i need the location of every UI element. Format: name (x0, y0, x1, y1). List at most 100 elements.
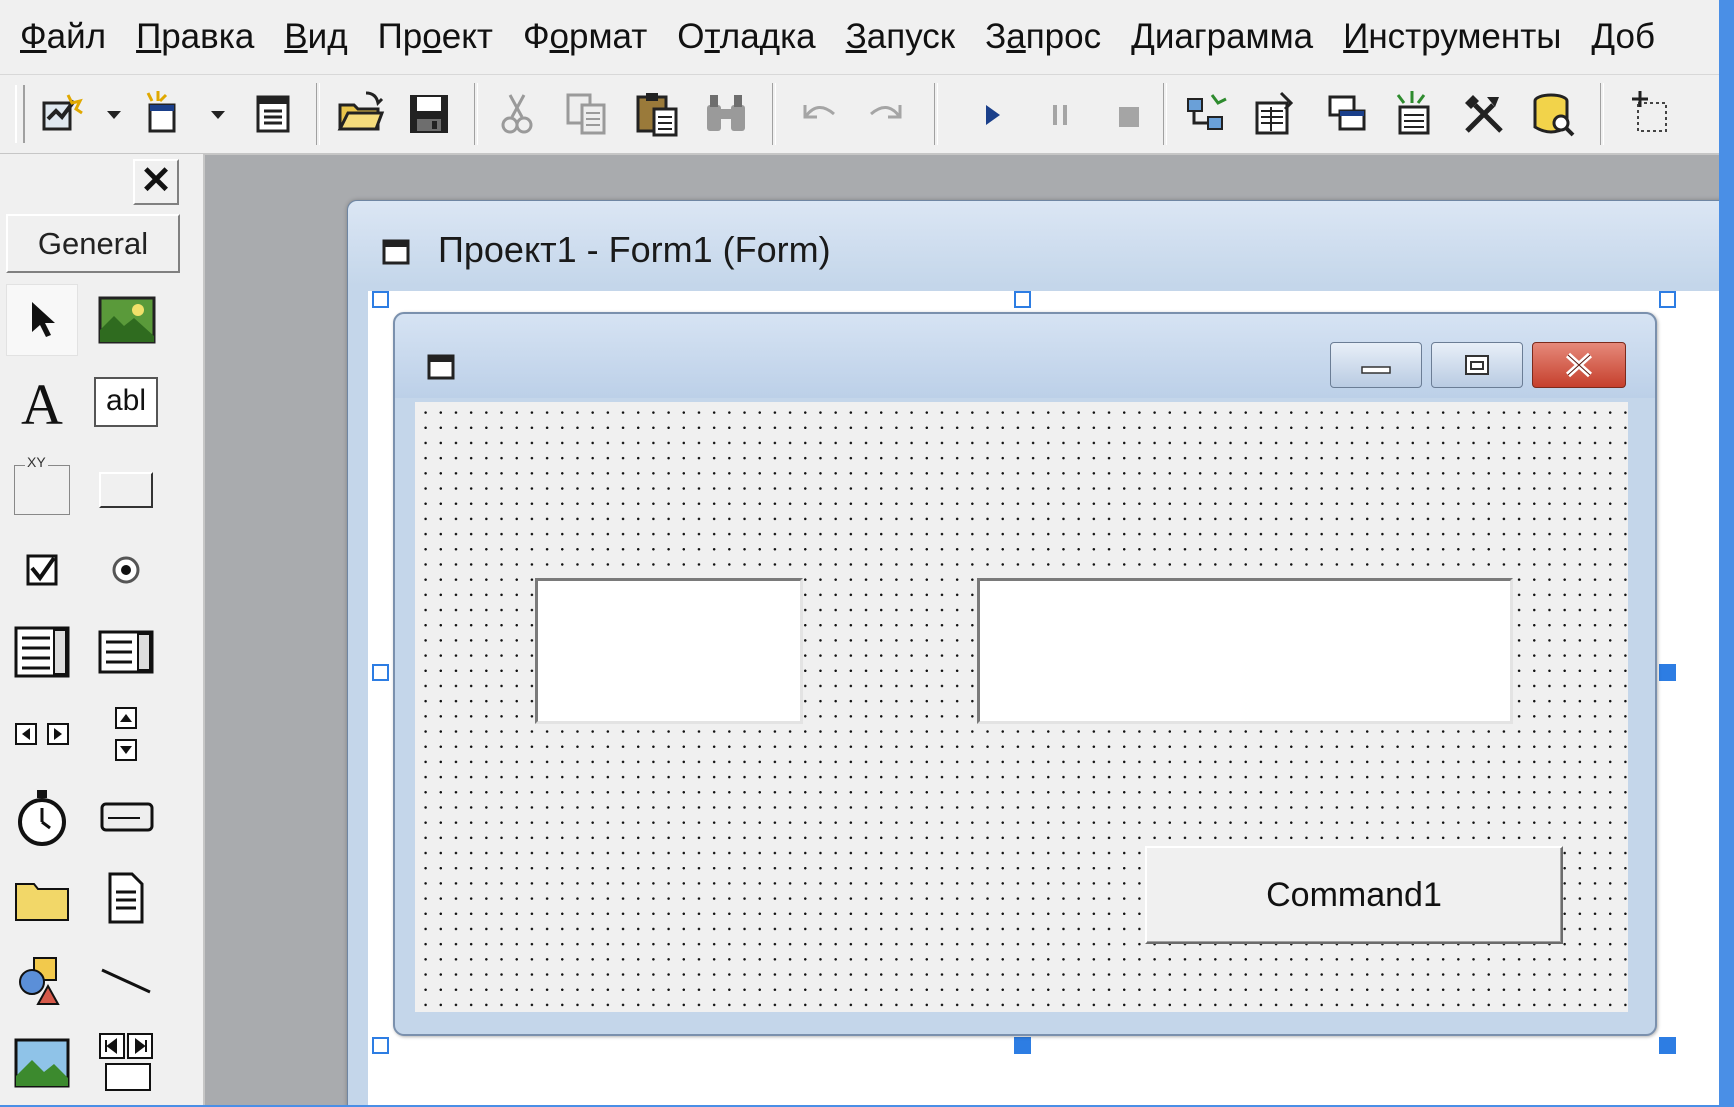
save-project-button[interactable] (400, 85, 458, 143)
optionbutton-tool[interactable] (90, 534, 162, 606)
close-button[interactable] (1532, 342, 1626, 388)
form1-window[interactable]: Command1 (393, 312, 1657, 1036)
open-folder-icon (337, 91, 385, 131)
menu-run[interactable]: Запуск (831, 0, 970, 74)
hscrollbar-icon (15, 723, 69, 745)
object-browser-button[interactable] (1386, 85, 1444, 143)
checkbox-tool[interactable] (6, 534, 78, 606)
form1-design-surface[interactable]: Command1 (415, 402, 1628, 1012)
combobox-tool[interactable] (6, 616, 78, 688)
paste-button[interactable] (628, 85, 686, 143)
filelistbox-tool[interactable] (90, 862, 162, 934)
menu-tools[interactable]: Инструменты (1328, 0, 1576, 74)
drivelistbox-tool[interactable] (90, 782, 162, 854)
commandbutton-tool[interactable] (90, 454, 162, 526)
add-form-dropdown[interactable] (211, 111, 225, 119)
vscrollbar-tool[interactable] (90, 698, 162, 770)
find-button[interactable] (697, 85, 755, 143)
copy-button[interactable] (558, 85, 616, 143)
line-tool[interactable] (90, 944, 162, 1016)
toolbar-separator (772, 83, 776, 145)
listbox-tool[interactable] (90, 616, 162, 688)
listbox-icon (98, 630, 154, 674)
add-project-dropdown[interactable] (107, 111, 121, 119)
resize-handle-top-left[interactable] (372, 291, 389, 308)
timer-tool[interactable] (6, 782, 78, 854)
data-view-button[interactable] (1525, 85, 1583, 143)
undo-icon (803, 105, 835, 119)
toolbox-tab-general[interactable]: General (6, 214, 180, 273)
add-project-icon (42, 94, 83, 131)
data-tool[interactable] (90, 1026, 162, 1098)
menu-editor-button[interactable] (244, 85, 302, 143)
minimize-button[interactable] (1330, 342, 1422, 388)
resize-handle-left[interactable] (372, 664, 389, 681)
open-project-button[interactable] (332, 85, 390, 143)
properties-window-button[interactable] (1247, 85, 1305, 143)
minimize-icon (1361, 366, 1391, 374)
data-control-icon (99, 1033, 153, 1091)
resize-handle-top-right[interactable] (1659, 291, 1676, 308)
resize-handle-right[interactable] (1659, 664, 1676, 681)
undo-button[interactable] (789, 85, 847, 143)
project-explorer-button[interactable] (1178, 85, 1236, 143)
add-project-button[interactable] (34, 85, 92, 143)
label-icon: A (21, 372, 63, 434)
toolbox-close-button[interactable]: ✕ (133, 159, 179, 205)
start-button[interactable] (962, 85, 1020, 143)
vscrollbar-icon (115, 707, 137, 761)
toolbox-button[interactable] (1455, 85, 1513, 143)
toolbar-separator (316, 83, 320, 145)
toolbar-separator (1600, 83, 1604, 145)
end-button[interactable] (1099, 85, 1157, 143)
hscrollbar-tool[interactable] (6, 698, 78, 770)
checkbox-icon (26, 554, 58, 586)
crop-icon (1632, 91, 1667, 132)
stopwatch-icon (18, 790, 66, 846)
save-icon (410, 95, 448, 133)
menu-diagram[interactable]: Диаграмма (1116, 0, 1328, 74)
toolbox-panel: ✕ General A abl XY (0, 154, 205, 1105)
maximize-button[interactable] (1431, 342, 1523, 388)
menu-debug[interactable]: Отладка (662, 0, 830, 74)
text1-textbox[interactable] (535, 578, 803, 724)
designer-titlebar[interactable]: Проект1 - Form1 (Form) (348, 201, 1719, 286)
dirlistbox-tool[interactable] (6, 862, 78, 934)
shape-tool[interactable] (6, 944, 78, 1016)
resize-handle-bottom[interactable] (1014, 1037, 1031, 1054)
menu-edit[interactable]: Правка (121, 0, 269, 74)
menu-addins[interactable]: Доб (1576, 0, 1670, 74)
form1-titlebar[interactable] (395, 314, 1655, 398)
picturebox-tool[interactable] (90, 284, 162, 356)
line-icon (101, 968, 151, 994)
menu-view[interactable]: Вид (269, 0, 362, 74)
copy-icon (566, 93, 606, 135)
resize-handle-bottom-left[interactable] (372, 1037, 389, 1054)
resize-handle-top[interactable] (1014, 291, 1031, 308)
menu-format[interactable]: Формат (508, 0, 662, 74)
svg-text:A: A (21, 372, 63, 434)
menu-project[interactable]: Проект (363, 0, 508, 74)
project-explorer-icon (1187, 94, 1227, 130)
resize-handle-bottom-right[interactable] (1659, 1037, 1676, 1054)
frame-tool[interactable]: XY (6, 454, 78, 526)
toolbar-grip[interactable] (15, 85, 25, 143)
cut-button[interactable] (488, 85, 546, 143)
textbox-tool[interactable]: abl (90, 366, 162, 438)
add-form-icon (146, 91, 176, 133)
break-button[interactable] (1031, 85, 1089, 143)
command1-button[interactable]: Command1 (1145, 846, 1563, 944)
label-tool[interactable]: A (6, 366, 78, 438)
menu-bar: Файл Правка Вид Проект Формат Отладка Запуск За… (0, 0, 1719, 75)
menu-file[interactable]: Файл (0, 0, 121, 74)
menu-query[interactable]: Запрос (970, 0, 1116, 74)
pointer-tool[interactable] (6, 284, 78, 356)
scissors-icon (501, 94, 533, 134)
image-tool[interactable] (6, 1026, 78, 1098)
component-manager-button[interactable] (1622, 85, 1680, 143)
redo-button[interactable] (858, 85, 916, 143)
menu-editor-icon (256, 95, 290, 133)
form-layout-button[interactable] (1318, 85, 1376, 143)
add-form-button[interactable] (136, 85, 194, 143)
text2-textbox[interactable] (977, 578, 1513, 724)
